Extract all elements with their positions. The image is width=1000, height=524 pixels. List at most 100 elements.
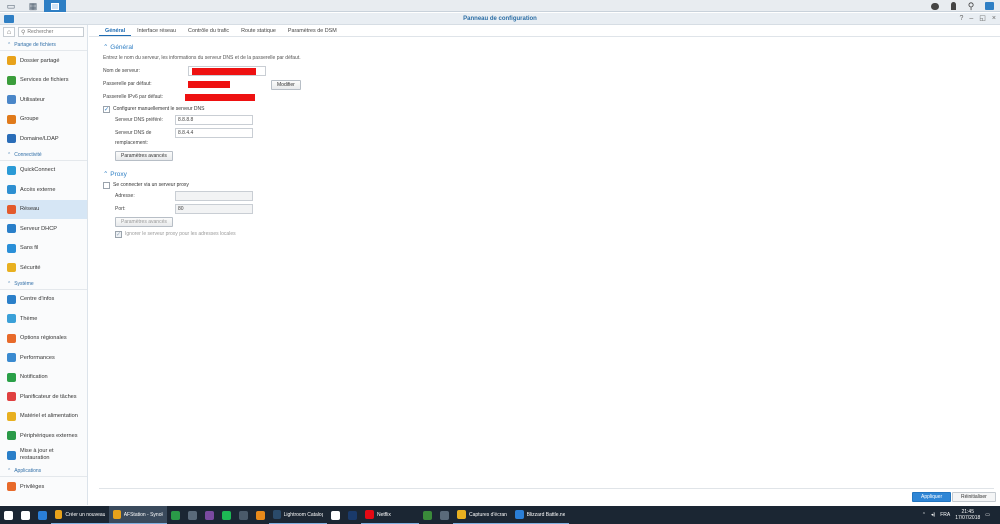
dns-advanced-button[interactable]: Paramètres avancés (115, 151, 173, 161)
sidebar-item[interactable]: Options régionales (0, 329, 87, 349)
sidebar-item[interactable]: Groupe (0, 110, 87, 130)
proxy-section-header[interactable]: ⌃ Proxy (103, 169, 1000, 180)
steam-icon (440, 510, 449, 520)
action-center-icon[interactable]: ▭ (985, 512, 990, 518)
taskbar-item[interactable] (201, 506, 218, 524)
sidebar-section-header[interactable]: ⌃ Partage de fichiers (0, 39, 87, 51)
preferred-dns-input[interactable]: 8.8.8.8 (175, 115, 253, 125)
taskbar-item[interactable] (252, 506, 269, 524)
sidebar-item[interactable]: Dossier partagé (0, 51, 87, 71)
tab-dsm-settings[interactable]: Paramètres de DSM (282, 25, 343, 36)
battlenet-icon (515, 510, 524, 519)
proxy-address-input[interactable] (175, 191, 253, 201)
tab-bar: Général Interface réseau Contrôle du tra… (89, 25, 1000, 37)
taskbar-item[interactable] (235, 506, 252, 524)
edge-icon (38, 510, 47, 520)
sidebar-item[interactable]: Utilisateur (0, 90, 87, 110)
sidebar-item-label: Privilèges (20, 483, 45, 490)
tab-static-route[interactable]: Route statique (235, 25, 282, 36)
dns-advanced-row: Paramètres avancés (115, 149, 1000, 163)
tab-network-interface[interactable]: Interface réseau (131, 25, 182, 36)
tab-traffic-control[interactable]: Contrôle du trafic (182, 25, 235, 36)
user-menu-button[interactable] (946, 0, 960, 12)
taskbar-item[interactable]: Lightroom Catalog ... (269, 506, 327, 524)
general-description: Entrez le nom du serveur, les informatio… (103, 55, 301, 61)
sidebar-item[interactable]: Mise à jour et restauration (0, 446, 87, 466)
tab-general[interactable]: Général (99, 25, 132, 36)
show-desktop-button[interactable]: ▭ (0, 0, 22, 12)
taskbar-item[interactable] (436, 506, 453, 524)
sidebar-item[interactable]: Réseau (0, 199, 87, 219)
search-input[interactable] (27, 29, 78, 35)
sidebar-section-header[interactable]: ⌃ Connectivité (0, 149, 87, 161)
taskbar-item[interactable] (184, 506, 201, 524)
sidebar-item-label: Périphériques externes (20, 432, 78, 439)
taskbar-item[interactable]: Créer un nouveau s... (51, 506, 109, 524)
sidebar-item[interactable]: Matériel et alimentation (0, 407, 87, 427)
notifications-button[interactable] (928, 0, 942, 12)
sidebar-item-label: Mise à jour et restauration (20, 448, 54, 462)
notification-icon (7, 372, 16, 382)
sidebar-item[interactable]: Accès externe (0, 180, 87, 200)
taskbar-item[interactable]: AFStation - Synolo... (109, 506, 167, 524)
taskbar-item[interactable] (167, 506, 184, 524)
sidebar-item-label: Services de fichiers (20, 77, 69, 84)
alternate-dns-input[interactable]: 8.8.4.4 (175, 128, 253, 138)
main-menu-button[interactable]: ▦ (22, 0, 44, 12)
gateway-row: Passerelle par défaut: Modifier (103, 78, 1000, 91)
taskbar-item[interactable] (344, 506, 361, 524)
search-button[interactable]: ⚲ (964, 0, 978, 12)
sidebar-section-header[interactable]: ⌃ Système (0, 278, 87, 290)
sidebar-item[interactable]: Performances (0, 348, 87, 368)
taskbar-item[interactable]: Captures d'écran (453, 506, 511, 524)
control-panel-taskbar-button[interactable] (44, 0, 66, 12)
taskbar-item[interactable] (34, 506, 51, 524)
widgets-button[interactable] (982, 0, 996, 12)
language-indicator[interactable]: FRA (940, 512, 950, 518)
minimize-button[interactable]: – (969, 13, 973, 25)
sidebar-section-header[interactable]: ⌃ Applications (0, 465, 87, 477)
tray-chevron-icon[interactable]: ⌃ (922, 512, 926, 518)
sidebar-item[interactable]: Domaine/LDAP (0, 129, 87, 149)
cortana-icon (21, 510, 30, 520)
sidebar-item[interactable]: Thème (0, 309, 87, 329)
sidebar-item[interactable]: Serveur DHCP (0, 219, 87, 239)
taskbar-item[interactable] (327, 506, 344, 524)
sidebar-item[interactable]: QuickConnect (0, 161, 87, 181)
sidebar-item[interactable]: Notification (0, 368, 87, 388)
modify-button[interactable]: Modifier (271, 80, 301, 90)
proxy-advanced-button[interactable]: Paramètres avancés (115, 217, 173, 227)
proxy-port-input[interactable]: 80 (175, 204, 253, 214)
sidebar-item[interactable]: Périphériques externes (0, 426, 87, 446)
taskbar-item[interactable]: Netflix (361, 506, 419, 524)
clock[interactable]: 21:45 17/07/2018 (955, 509, 980, 521)
chevron-up-icon: ⌃ (7, 42, 12, 48)
apply-button[interactable]: Appliquer (912, 492, 952, 502)
sidebar-item[interactable]: Sans fil (0, 239, 87, 259)
general-section-header[interactable]: ⌃ Général (103, 42, 1000, 53)
maximize-button[interactable]: ◱ (979, 13, 986, 25)
info-app-icon (331, 510, 340, 520)
taskbar-item[interactable] (218, 506, 235, 524)
taskbar-item[interactable] (0, 506, 17, 524)
reset-button[interactable]: Réinitialiser (952, 492, 996, 502)
use-proxy-checkbox[interactable] (103, 181, 110, 189)
sidebar-item[interactable]: Privilèges (0, 477, 87, 497)
close-button[interactable]: × (992, 13, 996, 25)
volume-icon[interactable]: ◂) (931, 512, 935, 518)
manual-dns-checkbox[interactable]: ✓ (103, 105, 110, 113)
sidebar-item[interactable]: Sécurité (0, 258, 87, 278)
alternate-dns-label: Serveur DNS de (115, 130, 152, 136)
home-button[interactable]: ⌂ (3, 27, 15, 37)
sidebar-item[interactable]: Centre d'infos (0, 290, 87, 310)
taskbar-item[interactable] (17, 506, 34, 524)
wifi-icon (7, 243, 16, 253)
bypass-proxy-checkbox[interactable]: ✓ (115, 230, 122, 238)
help-button[interactable]: ? (959, 13, 963, 25)
taskbar-item[interactable]: Blizzard Battle.net (511, 506, 569, 524)
window-icon (51, 2, 59, 10)
taskbar-item[interactable] (419, 506, 436, 524)
sidebar-item[interactable]: Services de fichiers (0, 71, 87, 91)
sidebar-item[interactable]: Planificateur de tâches (0, 387, 87, 407)
sidebar-item-label: Sans fil (20, 245, 39, 252)
